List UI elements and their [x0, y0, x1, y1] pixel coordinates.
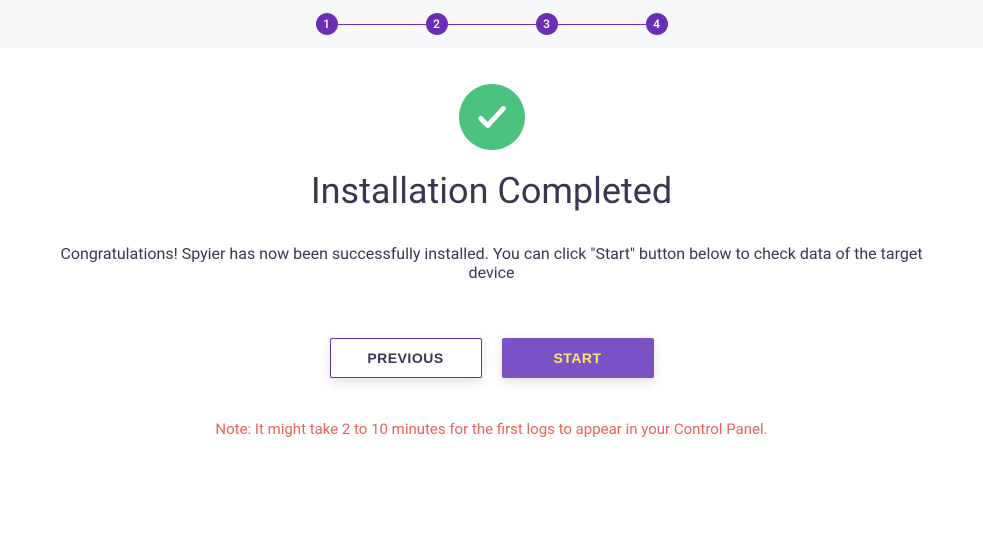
start-button[interactable]: START: [502, 338, 654, 378]
step-connector: [448, 24, 536, 25]
main-content: Installation Completed Congratulations! …: [0, 48, 983, 438]
button-row: PREVIOUS START: [0, 338, 983, 378]
step-connector: [338, 24, 426, 25]
step-connector: [558, 24, 646, 25]
step-2: 2: [426, 13, 448, 35]
step-3: 3: [536, 13, 558, 35]
progress-stepper: 1 2 3 4: [0, 0, 983, 48]
step-4: 4: [646, 13, 668, 35]
note-text: Note: It might take 2 to 10 minutes for …: [0, 420, 983, 438]
previous-button[interactable]: PREVIOUS: [330, 338, 482, 378]
step-1: 1: [316, 13, 338, 35]
description-text: Congratulations! Spyier has now been suc…: [0, 244, 983, 282]
success-checkmark-icon: [459, 84, 525, 150]
page-title: Installation Completed: [0, 170, 983, 212]
